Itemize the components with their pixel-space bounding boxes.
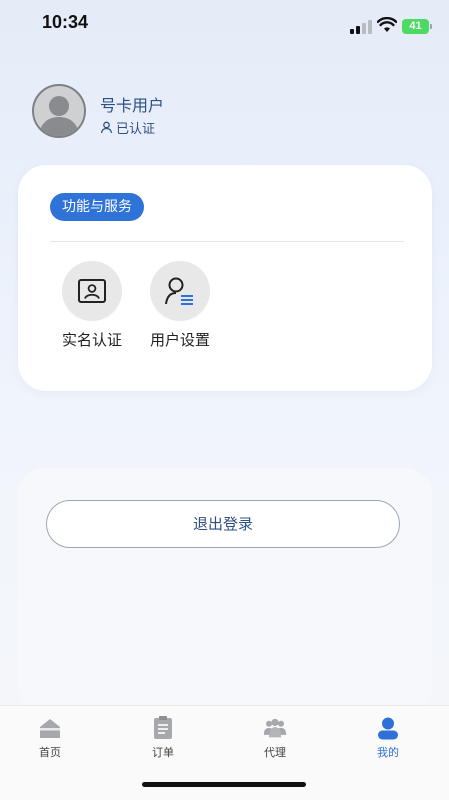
home-icon [38,716,62,740]
home-indicator [142,782,306,787]
tab-orders-label: 订单 [152,746,174,759]
order-icon [151,716,175,740]
status-time: 10:34 [42,12,89,32]
status-bar: 10:34 41 [0,0,449,44]
logout-button[interactable]: 退出登录 [46,500,400,548]
services-badge: 功能与服务 [50,193,144,221]
username: 号卡用户 [100,96,165,115]
tab-agent[interactable]: 代理 [245,716,305,760]
avatar[interactable] [32,84,86,138]
tab-orders[interactable]: 订单 [133,716,193,760]
user-settings-label: 用户设置 [149,331,210,349]
verified-status: 已认证 [100,118,155,137]
divider [50,241,404,242]
signal-icon [350,20,372,34]
verified-label: 已认证 [116,122,156,137]
profile-icon [376,716,400,740]
id-card-icon [62,261,122,321]
tab-home[interactable]: 首页 [20,716,80,760]
real-name-auth-button[interactable]: 实名认证 [47,261,137,350]
tab-home-label: 首页 [39,746,61,759]
services-card: 功能与服务 实名认证 用户设置 [18,165,432,391]
person-silhouette-icon [38,96,80,136]
user-settings-icon [150,261,210,321]
tab-mine[interactable]: 我的 [358,716,418,760]
tab-mine-label: 我的 [377,746,399,759]
user-settings-button[interactable]: 用户设置 [135,261,225,350]
logout-card: 退出登录 [18,468,432,713]
battery-indicator: 41 [402,19,429,34]
battery-cap [430,24,432,29]
tab-agent-label: 代理 [264,746,286,759]
user-outline-icon [100,121,113,134]
profile-header: 号卡用户 已认证 [32,84,412,144]
real-name-auth-label: 实名认证 [61,331,122,349]
agent-icon [263,716,287,740]
wifi-icon [377,17,397,32]
